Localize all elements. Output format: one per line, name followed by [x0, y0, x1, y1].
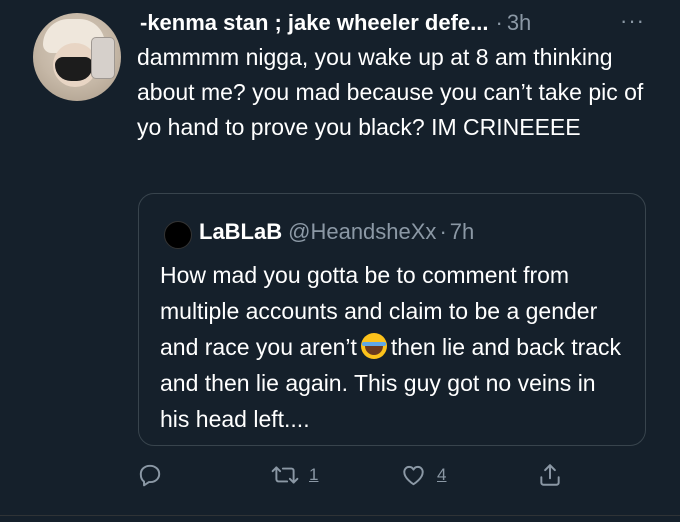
- quoted-author-avatar[interactable]: [164, 221, 192, 249]
- like-count: 4: [437, 465, 447, 484]
- heart-icon: [403, 465, 424, 486]
- share-icon: [540, 464, 560, 486]
- reply-icon: [139, 464, 161, 487]
- quoted-author-handle: @HeandsheXx: [288, 219, 437, 244]
- tweet[interactable]: -kenma stan ; jake wheeler defe... · 3h …: [0, 0, 680, 522]
- retweet-count: 1: [309, 465, 319, 484]
- action-bar: 1 4: [0, 455, 680, 495]
- tweet-divider: [0, 515, 680, 516]
- tweet-timestamp[interactable]: 3h: [507, 10, 531, 36]
- quoted-author-name: LaBLaB: [199, 219, 283, 244]
- tweet-text: dammmm nigga, you wake up at 8 am thinki…: [137, 44, 644, 140]
- reply-button[interactable]: [137, 455, 163, 495]
- author-avatar[interactable]: [33, 13, 121, 101]
- quoted-timestamp: 7h: [449, 219, 475, 244]
- avatar-phone: [91, 37, 115, 79]
- face-with-tears-of-joy-icon: [360, 333, 387, 359]
- author-display-name[interactable]: -kenma stan ; jake wheeler defe...: [140, 10, 488, 36]
- quoted-tweet-text: How mad you gotta be to comment from mul…: [160, 257, 630, 437]
- retweet-button[interactable]: 1: [271, 455, 318, 495]
- quoted-tweet-header: LaBLaB @HeandsheXx · 7h: [199, 217, 474, 247]
- like-button[interactable]: 4: [400, 455, 446, 495]
- retweet-icon: [271, 466, 299, 484]
- tweet-header: -kenma stan ; jake wheeler defe... · 3h: [140, 8, 531, 38]
- quoted-header-separator: ·: [439, 219, 447, 244]
- more-options-icon[interactable]: ···: [620, 8, 645, 34]
- header-separator: ·: [495, 10, 503, 35]
- share-button[interactable]: [537, 455, 563, 495]
- quoted-tweet[interactable]: LaBLaB @HeandsheXx · 7h How mad you gott…: [138, 193, 646, 446]
